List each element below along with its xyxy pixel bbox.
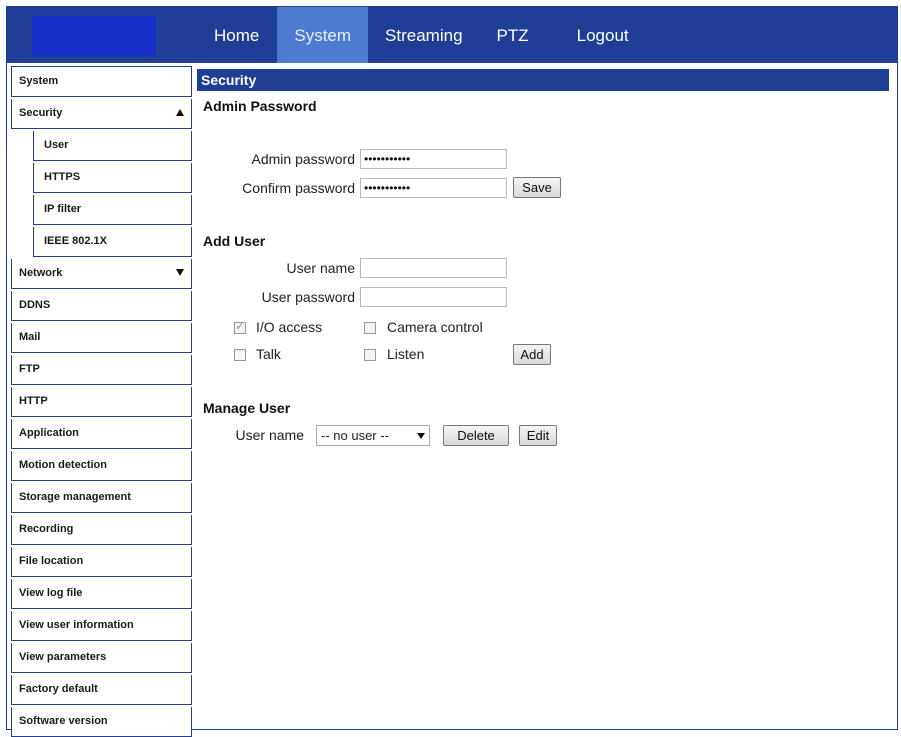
user-select-dropdown[interactable]: -- no user -- <box>316 425 430 446</box>
sidebar-subitem-user[interactable]: User <box>33 131 192 161</box>
io-access-label: I/O access <box>256 319 323 335</box>
sidebar-item-security[interactable]: Security <box>11 99 192 129</box>
sidebar-item-mail[interactable]: Mail <box>11 323 192 353</box>
nav-streaming[interactable]: Streaming <box>368 7 479 63</box>
add-user-button[interactable]: Add <box>513 344 551 365</box>
main-nav: Home System Streaming PTZ Logout <box>197 7 646 63</box>
brand-logo <box>32 16 156 56</box>
confirm-password-label: Confirm password <box>242 180 355 196</box>
listen-checkbox[interactable] <box>364 349 376 361</box>
chevron-down-icon <box>417 433 425 439</box>
sidebar-item-ddns[interactable]: DDNS <box>11 291 192 321</box>
camera-control-checkbox[interactable] <box>364 322 376 334</box>
add-user-heading: Add User <box>203 233 266 249</box>
section-title-bar: Security <box>197 69 889 91</box>
user-select-value: -- no user -- <box>321 428 389 443</box>
edit-button[interactable]: Edit <box>519 425 557 446</box>
manage-user-heading: Manage User <box>203 400 291 416</box>
io-access-checkbox[interactable] <box>234 319 246 334</box>
nav-logout[interactable]: Logout <box>555 7 646 63</box>
expand-down-icon[interactable] <box>176 269 184 276</box>
sidebar-item-recording[interactable]: Recording <box>11 515 192 545</box>
sidebar-item-factory-default[interactable]: Factory default <box>11 675 192 705</box>
sidebar-subitem-https[interactable]: HTTPS <box>33 163 192 193</box>
manage-user-name-label: User name <box>235 427 304 443</box>
sidebar-item-view-log-file[interactable]: View log file <box>11 579 192 609</box>
sidebar-item-storage-management[interactable]: Storage management <box>11 483 192 513</box>
listen-label: Listen <box>387 346 425 362</box>
sidebar-subitem-ieee-8021x[interactable]: IEEE 802.1X <box>33 227 192 257</box>
sidebar-item-ftp[interactable]: FTP <box>11 355 192 385</box>
admin-password-input[interactable]: ••••••••••• <box>360 149 507 169</box>
main-content: Security Admin Password Admin password •… <box>197 69 889 729</box>
nav-home[interactable]: Home <box>197 7 277 63</box>
admin-password-heading: Admin Password <box>203 98 317 114</box>
save-button[interactable]: Save <box>513 177 561 198</box>
user-name-label: User name <box>286 260 355 276</box>
delete-button[interactable]: Delete <box>443 425 509 446</box>
app-frame: Home System Streaming PTZ Logout System … <box>6 6 898 737</box>
sidebar-subitem-ip-filter[interactable]: IP filter <box>33 195 192 225</box>
sidebar-item-software-version[interactable]: Software version <box>11 707 192 737</box>
user-name-input[interactable] <box>360 258 507 278</box>
sidebar: System Security User HTTPS IP filter IEE… <box>11 66 192 737</box>
sidebar-item-view-user-information[interactable]: View user information <box>11 611 192 641</box>
sidebar-item-label: Security <box>19 107 63 119</box>
confirm-password-input[interactable]: ••••••••••• <box>360 178 507 198</box>
camera-control-label: Camera control <box>387 319 483 335</box>
sidebar-item-system[interactable]: System <box>11 66 192 97</box>
talk-checkbox[interactable] <box>234 349 246 361</box>
collapse-up-icon[interactable] <box>176 109 184 116</box>
sidebar-item-view-parameters[interactable]: View parameters <box>11 643 192 673</box>
top-navigation-bar: Home System Streaming PTZ Logout <box>7 7 897 63</box>
sidebar-item-motion-detection[interactable]: Motion detection <box>11 451 192 481</box>
sidebar-item-application[interactable]: Application <box>11 419 192 449</box>
nav-system[interactable]: System <box>277 7 369 63</box>
nav-ptz[interactable]: PTZ <box>480 7 555 63</box>
sidebar-item-file-location[interactable]: File location <box>11 547 192 577</box>
sidebar-item-label: Network <box>19 267 63 279</box>
user-password-input[interactable] <box>360 287 507 307</box>
sidebar-item-network[interactable]: Network <box>11 259 192 289</box>
sidebar-item-http[interactable]: HTTP <box>11 387 192 417</box>
user-password-label: User password <box>261 289 355 305</box>
talk-label: Talk <box>256 346 281 362</box>
admin-password-label: Admin password <box>251 151 356 167</box>
